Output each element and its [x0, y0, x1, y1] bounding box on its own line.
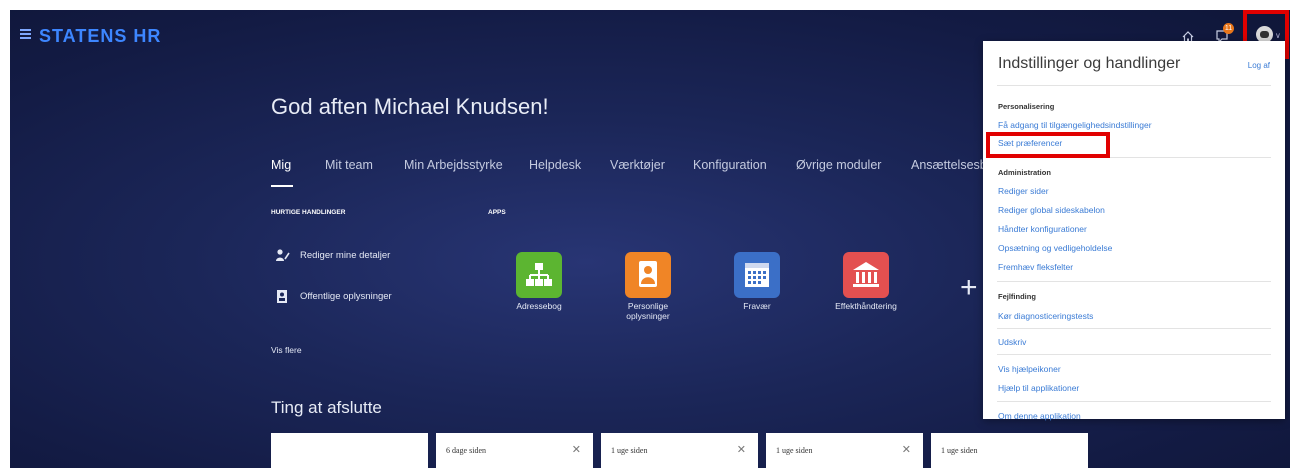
tab-helpdesk[interactable]: Helpdesk: [529, 158, 581, 172]
app-effekthaandtering[interactable]: Effekthåndtering: [821, 252, 911, 311]
section-heading-administration: Administration: [998, 168, 1051, 177]
menu-title: Indstillinger og handlinger: [998, 55, 1181, 72]
quick-action-public-info[interactable]: Offentlige oplysninger: [275, 289, 392, 304]
app-label: Fravær: [743, 301, 771, 311]
todo-card[interactable]: 1 uge siden ✕: [601, 433, 758, 468]
tab-min-arbejdsstyrke[interactable]: Min Arbejdsstyrke: [404, 158, 503, 172]
quick-action-edit-details[interactable]: Rediger mine detaljer: [275, 248, 390, 263]
close-icon[interactable]: ✕: [902, 443, 911, 456]
main-tabs: Mig Mit team Min Arbejdsstyrke Helpdesk …: [271, 158, 996, 188]
menu-link-run-diagnostics[interactable]: Kør diagnosticeringstests: [998, 311, 1093, 321]
tab-ansaettelsesbr[interactable]: Ansættelsesbr: [911, 158, 991, 172]
todo-card-time: 6 dage siden: [446, 446, 486, 455]
org-chart-icon: [516, 252, 562, 298]
menu-link-manage-configurations[interactable]: Håndter konfigurationer: [998, 224, 1087, 234]
tab-konfiguration[interactable]: Konfiguration: [693, 158, 767, 172]
todo-card[interactable]: 1 uge siden ✕: [766, 433, 923, 468]
app-window: STATENS HR 11 ∨ God aften Michael Knudse…: [10, 10, 1290, 468]
divider: [997, 85, 1271, 86]
app-fravaer[interactable]: Fravær: [712, 252, 802, 311]
menu-link-setup-maintenance[interactable]: Opsætning og vedligeholdelse: [998, 243, 1112, 253]
menu-link-print[interactable]: Udskriv: [998, 337, 1026, 347]
close-icon[interactable]: ✕: [572, 443, 581, 456]
tab-mit-team[interactable]: Mit team: [325, 158, 373, 172]
menu-link-edit-global-template[interactable]: Rediger global sideskabelon: [998, 205, 1105, 215]
divider: [997, 401, 1271, 402]
menu-link-accessibility[interactable]: Få adgang til tilgængelighedsindstilling…: [998, 120, 1152, 130]
todo-card-time: 1 uge siden: [776, 446, 813, 455]
quick-action-label: Offentlige oplysninger: [300, 291, 392, 303]
person-badge-icon: [625, 252, 671, 298]
todo-card-time: 1 uge siden: [941, 446, 978, 455]
todo-card[interactable]: 6 dage siden ✕: [436, 433, 593, 468]
app-personlige-oplysninger[interactable]: Personlige oplysninger: [603, 252, 693, 321]
brand-logo[interactable]: STATENS HR: [39, 26, 161, 47]
calendar-icon: [734, 252, 780, 298]
person-edit-icon: [276, 249, 290, 261]
menu-link-app-help[interactable]: Hjælp til applikationer: [998, 383, 1079, 393]
building-icon: [843, 252, 889, 298]
section-heading-personalization: Personalisering: [998, 102, 1055, 111]
menu-link-show-help-icons[interactable]: Vis hjælpeikoner: [998, 364, 1061, 374]
close-icon[interactable]: ✕: [737, 443, 746, 456]
menu-link-highlight-flexfields[interactable]: Fremhæv fleksfelter: [998, 262, 1073, 272]
notification-badge[interactable]: 11: [1223, 23, 1234, 34]
greeting-title: God aften Michael Knudsen!: [271, 94, 549, 119]
menu-link-about[interactable]: Om denne applikation: [998, 411, 1081, 421]
logout-link[interactable]: Log af: [1248, 61, 1270, 70]
todo-section-title: Ting at afslutte: [271, 398, 382, 417]
tab-mig[interactable]: Mig: [271, 158, 291, 172]
id-card-icon: [277, 290, 287, 303]
settings-actions-menu: Indstillinger og handlinger Log af Perso…: [983, 41, 1285, 421]
hamburger-icon[interactable]: [20, 29, 31, 39]
active-tab-indicator: [271, 185, 293, 187]
section-heading-troubleshooting: Fejlfinding: [998, 292, 1036, 301]
todo-card-time: 1 uge siden: [611, 446, 648, 455]
divider: [997, 354, 1271, 355]
highlight-box-preferences: [986, 132, 1110, 158]
app-adressebog[interactable]: Adressebog: [494, 252, 584, 311]
menu-link-edit-pages[interactable]: Rediger sider: [998, 186, 1049, 196]
todo-card[interactable]: 1 uge siden: [931, 433, 1088, 468]
show-more-link[interactable]: Vis flere: [271, 345, 302, 355]
apps-heading: APPS: [488, 209, 506, 216]
divider: [997, 328, 1271, 329]
add-app-plus-icon[interactable]: +: [960, 273, 978, 303]
app-label: Adressebog: [516, 301, 562, 311]
app-label: Effekthåndtering: [835, 301, 897, 311]
tab-oevrige-moduler[interactable]: Øvrige moduler: [796, 158, 881, 172]
app-label: Personlige oplysninger: [626, 301, 670, 321]
todo-card[interactable]: [271, 433, 428, 468]
tab-vaerktoejer[interactable]: Værktøjer: [610, 158, 665, 172]
quick-actions-heading: HURTIGE HANDLINGER: [271, 209, 346, 216]
quick-action-label: Rediger mine detaljer: [300, 250, 391, 262]
divider: [997, 281, 1271, 282]
